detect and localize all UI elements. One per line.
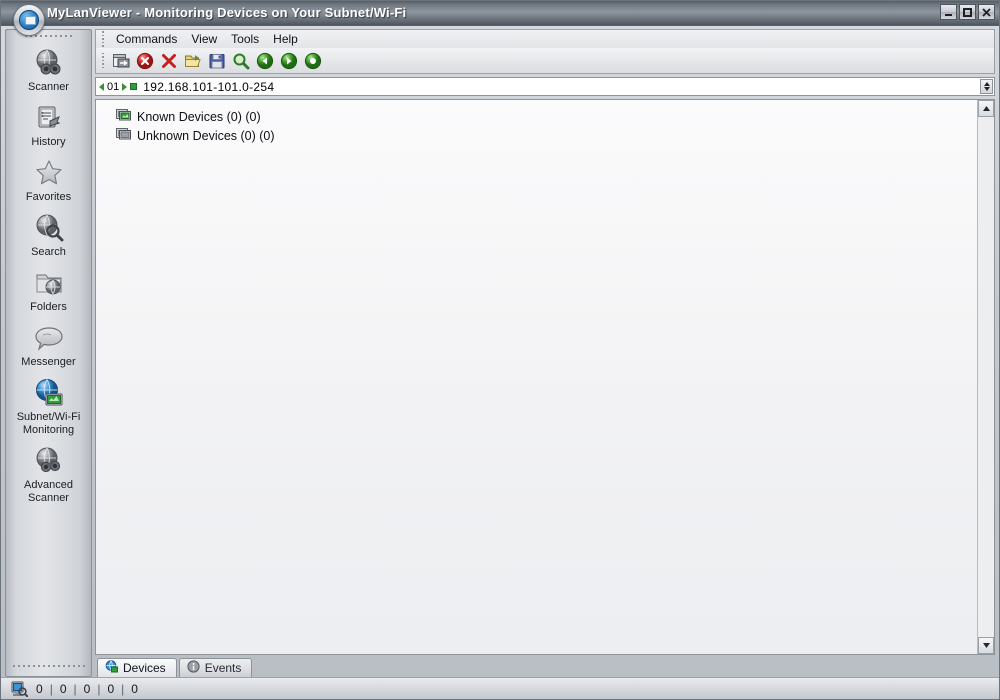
history-clipboard-icon	[33, 102, 65, 134]
status-counter-2: 0	[83, 681, 91, 696]
red-circle-x-icon[interactable]	[133, 50, 157, 72]
devices-globe-icon	[105, 660, 118, 676]
magnifier-icon[interactable]	[229, 50, 253, 72]
green-right-arrow-icon[interactable]	[277, 50, 301, 72]
bottom-tabs: Devices Events	[95, 657, 995, 677]
green-circle-icon[interactable]	[301, 50, 325, 72]
sidebar-item-label: Favorites	[25, 191, 72, 203]
right-triangle-icon[interactable]	[122, 82, 128, 91]
status-separator: |	[97, 681, 101, 696]
globe-magnifier-icon	[33, 212, 65, 244]
green-square-icon	[130, 83, 138, 90]
address-prefix: 01	[96, 80, 138, 93]
tab-label: Events	[204, 661, 242, 675]
monitor-gray-icon	[116, 127, 131, 144]
window-controls	[940, 4, 995, 20]
status-separator: |	[121, 681, 125, 696]
menu-item-view[interactable]: View	[184, 30, 224, 48]
window-title: MyLanViewer - Monitoring Devices on Your…	[47, 5, 407, 20]
sidebar-item-label: Messenger	[21, 356, 76, 368]
info-icon	[187, 660, 200, 676]
folder-globe-icon	[33, 267, 65, 299]
tree-node-unknown-devices[interactable]: Unknown Devices (0) (0)	[116, 126, 977, 145]
sidebar-item-label: Search	[31, 246, 66, 258]
close-icon[interactable]	[978, 4, 995, 20]
status-separator: |	[49, 681, 53, 696]
address-input[interactable]: 192.168.101-101.0-254	[143, 80, 274, 94]
status-bar: 0 | 0 | 0 | 0 | 0	[1, 677, 999, 699]
sidebar-item-label: History	[31, 136, 66, 148]
title-bar: MyLanViewer - Monitoring Devices on Your…	[1, 1, 999, 36]
spinner-updown-icon[interactable]	[980, 79, 993, 94]
globe-scanner-icon	[33, 445, 65, 477]
tree-node-label: Unknown Devices (0) (0)	[137, 128, 275, 143]
application-window: MyLanViewer - Monitoring Devices on Your…	[0, 0, 1000, 700]
minimize-icon[interactable]	[940, 4, 957, 20]
toolbar	[95, 48, 995, 74]
menubar-grip[interactable]	[99, 31, 106, 47]
address-bar[interactable]: 01 192.168.101-101.0-254	[95, 77, 995, 96]
star-icon	[33, 157, 65, 189]
sidebar-item-label: Scanner	[28, 81, 69, 93]
speech-bubble-icon	[33, 322, 65, 354]
menu-item-help[interactable]: Help	[266, 30, 305, 48]
sidebar-item-subnet-wifi-monitoring[interactable]: Subnet/Wi-Fi Monitoring	[6, 374, 91, 442]
status-counter-3: 0	[107, 681, 115, 696]
floppy-disk-icon[interactable]	[205, 50, 229, 72]
status-counter-4: 0	[131, 681, 138, 696]
red-x-icon[interactable]	[157, 50, 181, 72]
sidebar-item-favorites[interactable]: Favorites	[6, 154, 91, 209]
sidebar-item-folders[interactable]: Folders	[6, 264, 91, 319]
app-logo-glyph	[19, 10, 39, 30]
sidebar-item-label: Folders	[30, 301, 67, 313]
sidebar-item-messenger[interactable]: Messenger	[6, 319, 91, 374]
tab-events[interactable]: Events	[178, 658, 253, 677]
sidebar-item-advanced-scanner[interactable]: Advanced Scanner	[6, 442, 91, 510]
window-body: Scanner History Favorites Search Folders…	[1, 26, 999, 677]
open-folder-icon[interactable]	[181, 50, 205, 72]
tree-node-known-devices[interactable]: Known Devices (0) (0)	[116, 107, 977, 126]
left-triangle-icon[interactable]	[99, 82, 104, 91]
scan-monitor-icon	[11, 681, 28, 697]
green-left-arrow-icon[interactable]	[253, 50, 277, 72]
status-separator: |	[73, 681, 77, 696]
sidebar-item-search[interactable]: Search	[6, 209, 91, 264]
sidebar-item-history[interactable]: History	[6, 99, 91, 154]
globe-binoculars-icon	[33, 47, 65, 79]
menu-bar: Commands View Tools Help	[95, 29, 995, 48]
toolbar-grip[interactable]	[99, 52, 106, 69]
main-panel: Commands View Tools Help 01 192.168.101-…	[95, 29, 995, 677]
content-area: Known Devices (0) (0) Unknown Devices (0…	[95, 99, 995, 655]
mylanviewer-icon[interactable]	[13, 4, 45, 36]
sidebar-item-label: Subnet/Wi-Fi Monitoring	[16, 411, 81, 436]
address-counter: 01	[107, 80, 120, 93]
sidebar: Scanner History Favorites Search Folders…	[5, 29, 92, 677]
status-counter-0: 0	[36, 681, 43, 696]
window-arrow-icon[interactable]	[109, 50, 133, 72]
scrollbar-track[interactable]	[978, 117, 994, 637]
sidebar-bottom-grip[interactable]	[6, 660, 91, 672]
menu-item-commands[interactable]: Commands	[109, 30, 184, 48]
scroll-up-icon[interactable]	[978, 100, 994, 117]
scroll-down-icon[interactable]	[978, 637, 994, 654]
monitor-green-icon	[116, 108, 131, 125]
sidebar-item-label: Advanced Scanner	[24, 479, 73, 504]
menu-item-tools[interactable]: Tools	[224, 30, 266, 48]
vertical-scrollbar[interactable]	[977, 100, 994, 654]
device-tree[interactable]: Known Devices (0) (0) Unknown Devices (0…	[96, 100, 977, 654]
status-counter-1: 0	[59, 681, 67, 696]
tree-node-label: Known Devices (0) (0)	[137, 109, 261, 124]
globe-monitor-icon	[33, 377, 65, 409]
tab-label: Devices	[123, 661, 166, 675]
maximize-icon[interactable]	[959, 4, 976, 20]
tab-devices[interactable]: Devices	[97, 658, 177, 677]
sidebar-item-scanner[interactable]: Scanner	[6, 44, 91, 99]
